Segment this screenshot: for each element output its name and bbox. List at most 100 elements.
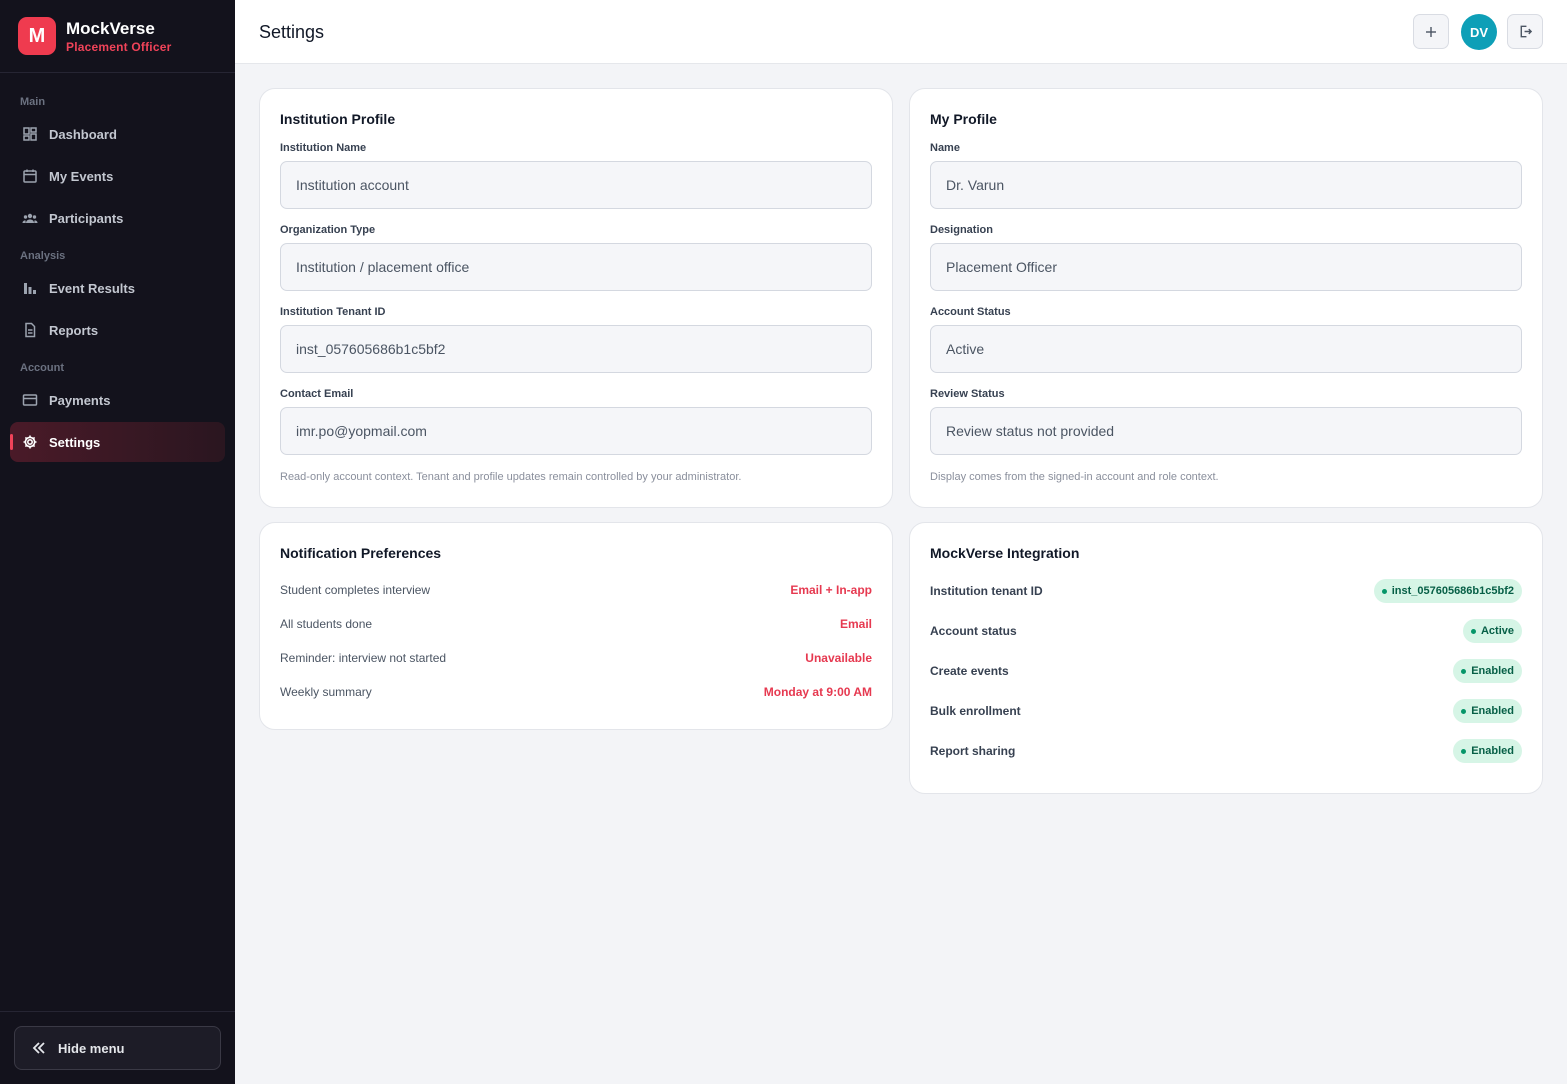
brand-logo: M [18,17,56,55]
account-status-field[interactable]: Active [930,325,1522,373]
institution-name-field[interactable]: Institution account [280,161,872,209]
integration-label: Institution tenant ID [930,584,1043,598]
card-note: Read-only account context. Tenant and pr… [280,471,742,483]
people-icon [22,213,38,223]
integration-label: Account status [930,624,1017,638]
preference-value: Email + In-app [790,583,872,597]
integration-card: MockVerse Integration Institution tenant… [909,522,1543,794]
add-button[interactable] [1413,14,1449,49]
brand-name: MockVerse [66,18,155,38]
field-label: Name [930,142,960,154]
tenant-id-field[interactable]: inst_057605686b1c5bf2 [280,325,872,373]
field-label: Institution Tenant ID [280,306,386,318]
sidebar: M MockVerse Placement Officer Main Dashb… [0,0,235,1084]
preference-label: All students done [280,617,373,631]
brand-role: Placement Officer [66,39,172,54]
field-label: Contact Email [280,388,354,400]
status-dot [1461,708,1467,714]
preference-row: Student completes interview Email + In-a… [280,573,872,607]
calendar-icon [23,169,37,183]
badge-text: Enabled [1471,745,1514,757]
organization-type-field[interactable]: Institution / placement office [280,243,872,291]
integration-row: Bulk enrollment Enabled [930,691,1522,731]
preference-row: Weekly summary Monday at 9:00 AM [280,675,872,709]
nav-section-main: Main [20,96,46,108]
status-badge: Enabled [1453,659,1522,683]
integration-label: Report sharing [930,744,1016,758]
notification-preferences-card: Notification Preferences Student complet… [259,522,893,730]
integration-label: Bulk enrollment [930,704,1021,718]
gear-icon [23,435,37,449]
plus-icon [1426,26,1436,37]
designation-field[interactable]: Placement Officer [930,243,1522,291]
card-title: Notification Preferences [280,545,442,561]
badge-text: Enabled [1471,705,1514,717]
status-badge: Active [1462,619,1522,643]
hide-menu-label: Hide menu [58,1040,125,1056]
brand[interactable]: M MockVerse Placement Officer [0,0,235,73]
sidebar-item-settings[interactable]: Settings [10,422,225,462]
card-title: Institution Profile [280,111,396,127]
institution-profile-card: Institution Profile Institution Name Ins… [259,88,893,508]
document-icon [25,322,36,338]
sidebar-item-label: Reports [49,322,99,338]
sidebar-item-label: My Events [49,168,114,184]
preference-value: Monday at 9:00 AM [763,685,872,699]
preference-value: Email [839,617,872,631]
sidebar-item-reports[interactable]: Reports [10,310,225,350]
card-title: My Profile [930,111,997,127]
hide-menu-button[interactable]: Hide menu [14,1026,221,1070]
nav-section-analysis: Analysis [20,250,66,262]
my-profile-card: My Profile Name Dr. Varun Designation Pl… [909,88,1543,508]
review-status-field[interactable]: Review status not provided [930,407,1522,455]
integration-label: Create events [930,664,1009,678]
sidebar-item-label: Settings [49,434,101,450]
avatar[interactable]: DV [1461,14,1497,50]
integration-row: Report sharing Enabled [930,731,1522,771]
preference-value: Unavailable [805,651,872,665]
badge-text: Enabled [1471,665,1514,677]
preference-row: All students done Email [280,607,872,641]
field-label: Review Status [930,388,1005,400]
field-label: Organization Type [280,224,376,236]
status-dot [1461,748,1467,754]
logout-icon [1520,25,1532,38]
integration-row: Institution tenant ID inst_057605686b1c5… [930,571,1522,611]
sidebar-item-label: Payments [49,392,111,408]
double-chevron-left-icon [32,1042,45,1054]
integration-row: Account status Active [930,611,1522,651]
sidebar-item-label: Event Results [49,280,135,296]
integration-row: Create events Enabled [930,651,1522,691]
card-icon [22,394,38,406]
status-dot [1470,628,1476,634]
field-label: Designation [930,224,993,236]
preference-label: Weekly summary [280,685,372,699]
preference-label: Reminder: interview not started [280,651,447,665]
status-badge: inst_057605686b1c5bf2 [1373,579,1522,603]
logout-button[interactable] [1507,14,1543,49]
sidebar-item-dashboard[interactable]: Dashboard [10,114,225,154]
top-header: Settings DV [235,0,1567,64]
sidebar-item-label: Dashboard [49,126,117,142]
dashboard-icon [23,127,37,141]
sidebar-item-participants[interactable]: Participants [10,198,225,238]
nav-section-account: Account [20,362,64,374]
status-dot [1461,668,1467,674]
status-dot [1381,588,1387,594]
sidebar-item-my-events[interactable]: My Events [10,156,225,196]
badge-text: inst_057605686b1c5bf2 [1391,585,1514,597]
name-field[interactable]: Dr. Varun [930,161,1522,209]
field-label: Account Status [930,306,1011,318]
status-badge: Enabled [1453,739,1522,763]
contact-email-field[interactable]: imr.po@yopmail.com [280,407,872,455]
sidebar-item-payments[interactable]: Payments [10,380,225,420]
status-badge: Enabled [1453,699,1522,723]
preference-label: Student completes interview [280,583,431,597]
preference-row: Reminder: interview not started Unavaila… [280,641,872,675]
sidebar-item-event-results[interactable]: Event Results [10,268,225,308]
bar-chart-icon [24,283,36,294]
field-label: Institution Name [280,142,367,154]
page-title: Settings [259,22,325,42]
card-note: Display comes from the signed-in account… [930,471,1219,483]
badge-text: Active [1480,625,1514,637]
